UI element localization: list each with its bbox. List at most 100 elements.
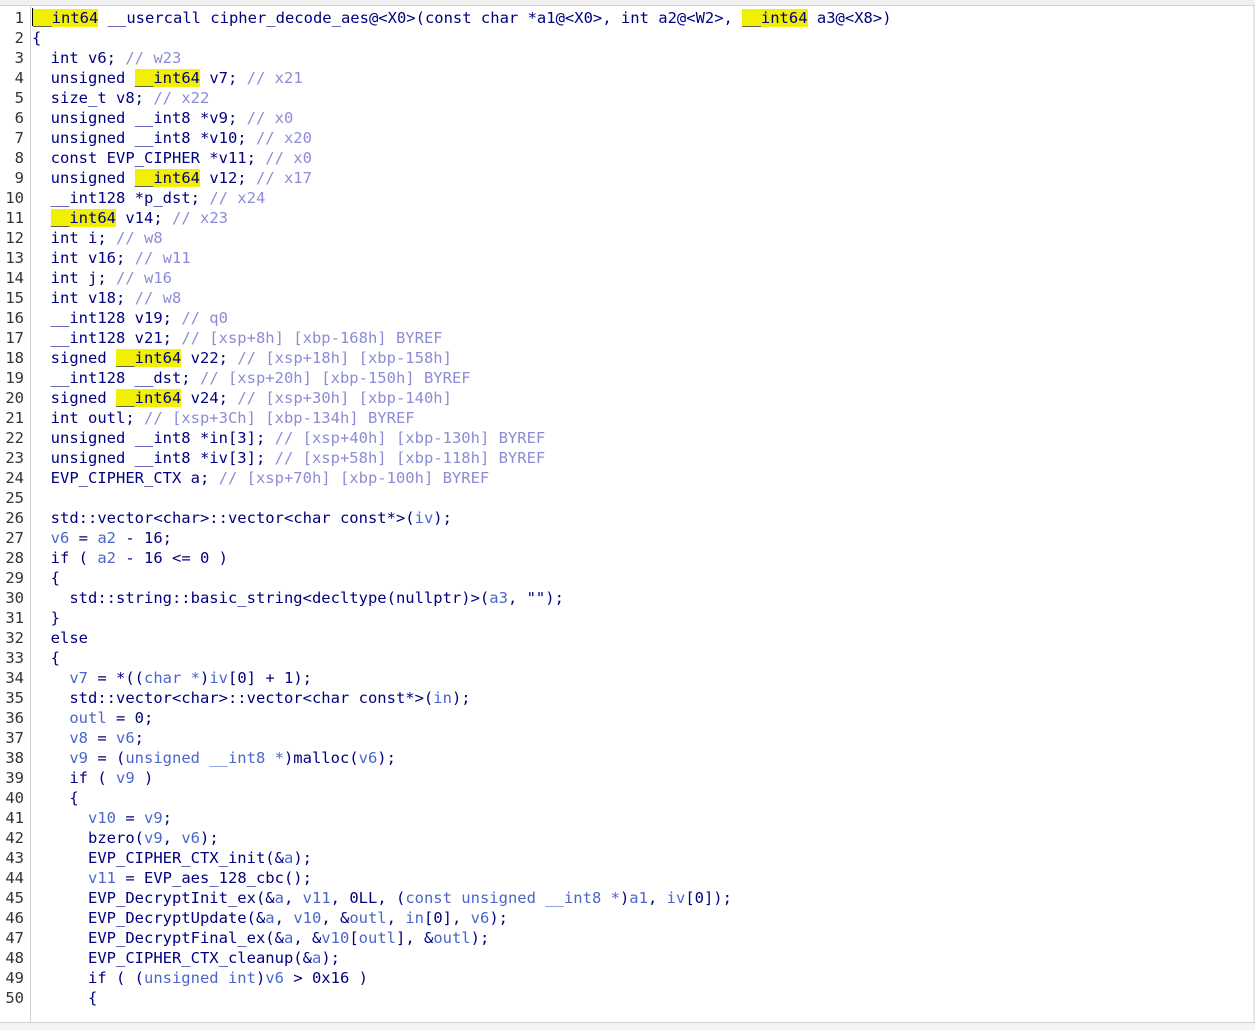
code-text[interactable]: unsigned __int64 v7; // x21 bbox=[24, 68, 303, 88]
code-text[interactable]: else bbox=[24, 628, 88, 648]
code-text[interactable]: int i; // w8 bbox=[24, 228, 163, 248]
code-token[interactable]: unsigned __int8 *in[3]; bbox=[32, 429, 275, 447]
comment-token[interactable]: // w8 bbox=[116, 229, 163, 247]
variable-token[interactable]: a2 bbox=[97, 549, 116, 567]
comment-token[interactable]: // [xsp+8h] [xbp-168h] BYREF bbox=[181, 329, 442, 347]
variable-token[interactable]: char * bbox=[144, 669, 200, 687]
code-text[interactable]: signed __int64 v24; // [xsp+30h] [xbp-14… bbox=[24, 388, 452, 408]
code-token[interactable]: > 0x16 ) bbox=[284, 969, 368, 987]
code-line[interactable]: 29 { bbox=[0, 568, 1255, 588]
code-text[interactable]: __int128 __dst; // [xsp+20h] [xbp-150h] … bbox=[24, 368, 471, 388]
code-token[interactable]: signed bbox=[32, 389, 116, 407]
code-line[interactable]: 8 const EVP_CIPHER *v11; // x0 bbox=[0, 148, 1255, 168]
code-token[interactable]: , & bbox=[293, 929, 321, 947]
code-token[interactable]: __int128 v21; bbox=[32, 329, 181, 347]
code-text[interactable] bbox=[24, 488, 32, 508]
code-text[interactable]: unsigned __int8 *in[3]; // [xsp+40h] [xb… bbox=[24, 428, 546, 448]
code-token[interactable]: unsigned bbox=[32, 169, 135, 187]
code-line[interactable]: 49 if ( (unsigned int)v6 > 0x16 ) bbox=[0, 968, 1255, 988]
code-token[interactable]: , ""); bbox=[508, 589, 564, 607]
variable-token[interactable]: v10 bbox=[321, 929, 349, 947]
code-token[interactable]: int j; bbox=[32, 269, 116, 287]
highlighted-type-token[interactable]: __int64 bbox=[134, 169, 200, 187]
code-token[interactable] bbox=[32, 749, 69, 767]
code-text[interactable]: EVP_DecryptFinal_ex(&a, &v10[outl], &out… bbox=[24, 928, 489, 948]
variable-token[interactable]: v7 bbox=[69, 669, 88, 687]
code-token[interactable]: ); bbox=[452, 689, 471, 707]
variable-token[interactable]: v6 bbox=[265, 969, 284, 987]
code-line[interactable]: 38 v9 = (unsigned __int8 *)malloc(v6); bbox=[0, 748, 1255, 768]
code-text[interactable]: unsigned __int8 *v9; // x0 bbox=[24, 108, 294, 128]
variable-token[interactable]: v10 bbox=[293, 909, 321, 927]
code-token[interactable]: { bbox=[32, 789, 78, 807]
code-line[interactable]: 15 int v18; // w8 bbox=[0, 288, 1255, 308]
code-token[interactable]: int v16; bbox=[32, 249, 135, 267]
code-text[interactable]: outl = 0; bbox=[24, 708, 153, 728]
variable-token[interactable]: const unsigned __int8 * bbox=[405, 889, 620, 907]
code-token[interactable]: signed bbox=[32, 349, 116, 367]
code-token[interactable]: v14; bbox=[116, 209, 172, 227]
code-token[interactable]: int v18; bbox=[32, 289, 135, 307]
code-token[interactable]: , bbox=[275, 909, 294, 927]
code-token[interactable]: = ( bbox=[88, 749, 125, 767]
variable-token[interactable]: v9 bbox=[144, 829, 163, 847]
code-line[interactable]: 25 bbox=[0, 488, 1255, 508]
comment-token[interactable]: // [xsp+18h] [xbp-158h] bbox=[237, 349, 452, 367]
highlighted-type-token[interactable]: __int64 bbox=[116, 349, 182, 367]
code-token[interactable]: ); bbox=[433, 509, 452, 527]
highlighted-type-token[interactable]: __int64 bbox=[50, 209, 116, 227]
code-token[interactable]: if ( bbox=[32, 549, 97, 567]
code-token[interactable]: ); bbox=[321, 949, 340, 967]
code-token[interactable]: EVP_CIPHER_CTX_init(& bbox=[32, 849, 284, 867]
code-text[interactable]: v11 = EVP_aes_128_cbc(); bbox=[24, 868, 312, 888]
code-token[interactable]: EVP_CIPHER_CTX a; bbox=[32, 469, 219, 487]
code-token[interactable]: __usercall cipher_decode_aes@<X0>(const … bbox=[98, 9, 742, 27]
code-text[interactable]: bzero(v9, v6); bbox=[24, 828, 219, 848]
code-line[interactable]: 3 int v6; // w23 bbox=[0, 48, 1255, 68]
code-text[interactable]: int v18; // w8 bbox=[24, 288, 182, 308]
code-token[interactable]: EVP_DecryptFinal_ex(& bbox=[32, 929, 284, 947]
code-token[interactable]: ) bbox=[200, 669, 209, 687]
code-text[interactable]: { bbox=[24, 648, 60, 668]
comment-token[interactable]: // w8 bbox=[135, 289, 182, 307]
code-line[interactable]: 7 unsigned __int8 *v10; // x20 bbox=[0, 128, 1255, 148]
code-text[interactable]: int j; // w16 bbox=[24, 268, 172, 288]
code-token[interactable]: , & bbox=[321, 909, 349, 927]
code-text[interactable]: { bbox=[24, 28, 41, 48]
code-token[interactable]: std::vector<char>::vector<char const*>( bbox=[32, 689, 433, 707]
comment-token[interactable]: // x0 bbox=[247, 109, 294, 127]
code-line[interactable]: 42 bzero(v9, v6); bbox=[0, 828, 1255, 848]
code-token[interactable]: ); bbox=[293, 849, 312, 867]
code-line[interactable]: 11 __int64 v14; // x23 bbox=[0, 208, 1255, 228]
comment-token[interactable]: // x24 bbox=[209, 189, 265, 207]
code-token[interactable]: const EVP_CIPHER *v11; bbox=[32, 149, 265, 167]
code-line[interactable]: 28 if ( a2 - 16 <= 0 ) bbox=[0, 548, 1255, 568]
code-token[interactable]: = 0; bbox=[107, 709, 153, 727]
code-text[interactable]: size_t v8; // x22 bbox=[24, 88, 210, 108]
variable-token[interactable]: iv bbox=[209, 669, 228, 687]
code-text[interactable]: } bbox=[24, 608, 60, 628]
code-token[interactable]: unsigned __int8 *v9; bbox=[32, 109, 247, 127]
code-token[interactable]: [0], bbox=[424, 909, 471, 927]
code-line[interactable]: 41 v10 = v9; bbox=[0, 808, 1255, 828]
code-text[interactable]: __int64 __usercall cipher_decode_aes@<X0… bbox=[24, 8, 892, 28]
code-line[interactable]: 1 __int64 __usercall cipher_decode_aes@<X… bbox=[0, 8, 1255, 28]
code-line[interactable]: 5 size_t v8; // x22 bbox=[0, 88, 1255, 108]
variable-token[interactable]: outl bbox=[349, 909, 386, 927]
code-token[interactable]: - 16; bbox=[116, 529, 172, 547]
code-line[interactable]: 10 __int128 *p_dst; // x24 bbox=[0, 188, 1255, 208]
highlighted-type-token[interactable]: __int64 bbox=[742, 9, 808, 27]
variable-token[interactable]: outl bbox=[359, 929, 396, 947]
code-text[interactable]: EVP_DecryptUpdate(&a, v10, &outl, in[0],… bbox=[24, 908, 508, 928]
variable-token[interactable]: unsigned __int8 * bbox=[125, 749, 284, 767]
code-token[interactable]: bzero( bbox=[32, 829, 144, 847]
code-token[interactable]: = EVP_aes_128_cbc(); bbox=[116, 869, 312, 887]
variable-token[interactable]: outl bbox=[433, 929, 470, 947]
code-line[interactable]: 45 EVP_DecryptInit_ex(&a, v11, 0LL, (con… bbox=[0, 888, 1255, 908]
code-line[interactable]: 47 EVP_DecryptFinal_ex(&a, &v10[outl], &… bbox=[0, 928, 1255, 948]
code-token[interactable]: if ( bbox=[32, 769, 116, 787]
variable-token[interactable]: v6 bbox=[359, 749, 378, 767]
code-token[interactable]: ; bbox=[163, 809, 172, 827]
code-token[interactable]: - 16 <= 0 ) bbox=[116, 549, 228, 567]
code-text[interactable]: int v6; // w23 bbox=[24, 48, 182, 68]
